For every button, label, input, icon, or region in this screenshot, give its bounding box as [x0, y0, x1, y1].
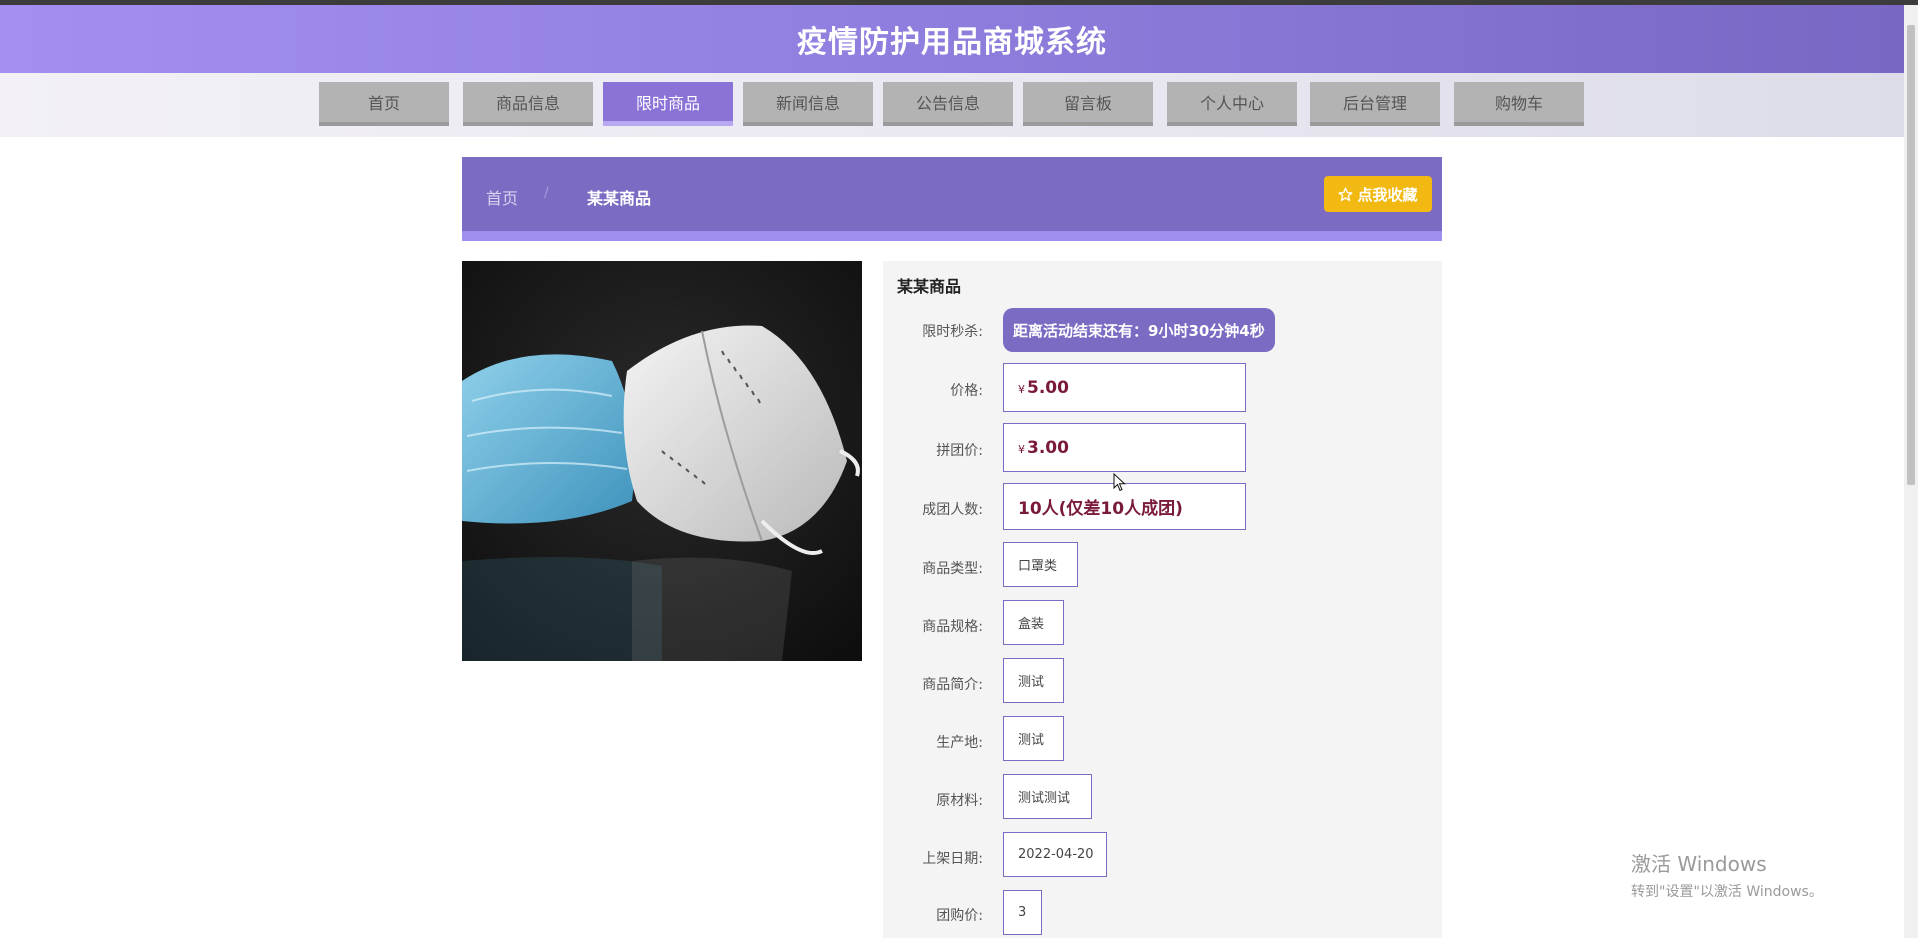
breadcrumb-current: 某某商品: [587, 189, 652, 208]
countdown-timer: 距离活动结束还有：9小时30分钟4秒: [1003, 308, 1275, 352]
spec-value: 盒装: [1003, 600, 1064, 645]
mask-product-photo: [462, 261, 862, 661]
nav-item-news[interactable]: 新闻信息: [743, 82, 873, 126]
product-name: 某某商品: [897, 277, 962, 296]
listing-date-value: 2022-04-20: [1003, 832, 1107, 877]
group-price-label: 拼团价:: [936, 443, 983, 459]
listing-date-label: 上架日期:: [922, 851, 983, 867]
group-size-label: 成团人数:: [922, 502, 983, 518]
origin-label: 生产地:: [936, 735, 983, 751]
product-image: [462, 261, 862, 661]
page-scrollbar[interactable]: [1904, 5, 1918, 938]
origin-value: 测试: [1003, 716, 1064, 761]
category-label: 商品类型:: [922, 561, 983, 577]
nav-item-notices[interactable]: 公告信息: [883, 82, 1013, 126]
summary-value: 测试: [1003, 658, 1064, 703]
summary-label: 商品简介:: [922, 677, 983, 693]
price-value: ¥5.00: [1003, 363, 1246, 412]
spec-label: 商品规格:: [922, 619, 983, 635]
favorite-button[interactable]: 点我收藏: [1324, 176, 1432, 212]
nav-item-products[interactable]: 商品信息: [463, 82, 593, 126]
site-title: 疫情防护用品商城系统: [797, 25, 1107, 60]
nav-item-profile[interactable]: 个人中心: [1167, 82, 1297, 126]
star-outline-icon: [1339, 187, 1353, 201]
breadcrumb-bar: 首页 / 某某商品 点我收藏: [462, 157, 1442, 241]
nav-item-admin[interactable]: 后台管理: [1310, 82, 1440, 126]
scrollbar-thumb[interactable]: [1907, 25, 1915, 485]
watermark-line1: 激活 Windows: [1631, 852, 1767, 876]
nav-item-cart[interactable]: 购物车: [1454, 82, 1584, 126]
favorite-button-label: 点我收藏: [1357, 185, 1418, 204]
site-header: 疫情防护用品商城系统: [0, 5, 1904, 73]
product-detail-panel: 某某商品 限时秒杀: 距离活动结束还有：9小时30分钟4秒 价格: ¥5.00 …: [883, 261, 1442, 938]
group-price-value: ¥3.00: [1003, 423, 1246, 472]
flash-sale-label: 限时秒杀:: [922, 324, 983, 340]
material-label: 原材料:: [936, 793, 983, 809]
group-buy-price-label: 团购价:: [936, 908, 983, 924]
nav-item-flash-sale[interactable]: 限时商品: [603, 82, 733, 126]
category-value: 口罩类: [1003, 542, 1078, 587]
nav-item-message-board[interactable]: 留言板: [1023, 82, 1153, 126]
windows-activation-watermark: 激活 Windows 转到"设置"以激活 Windows。: [1631, 848, 1823, 901]
group-buy-price-value: 3: [1003, 890, 1042, 935]
material-value: 测试测试: [1003, 774, 1092, 819]
mouse-cursor-icon: [1113, 473, 1126, 492]
breadcrumb-separator: /: [544, 185, 549, 201]
breadcrumb-home-link[interactable]: 首页: [486, 185, 518, 209]
watermark-line2: 转到"设置"以激活 Windows。: [1631, 884, 1823, 900]
price-label: 价格:: [950, 383, 983, 399]
nav-item-home[interactable]: 首页: [319, 82, 449, 126]
